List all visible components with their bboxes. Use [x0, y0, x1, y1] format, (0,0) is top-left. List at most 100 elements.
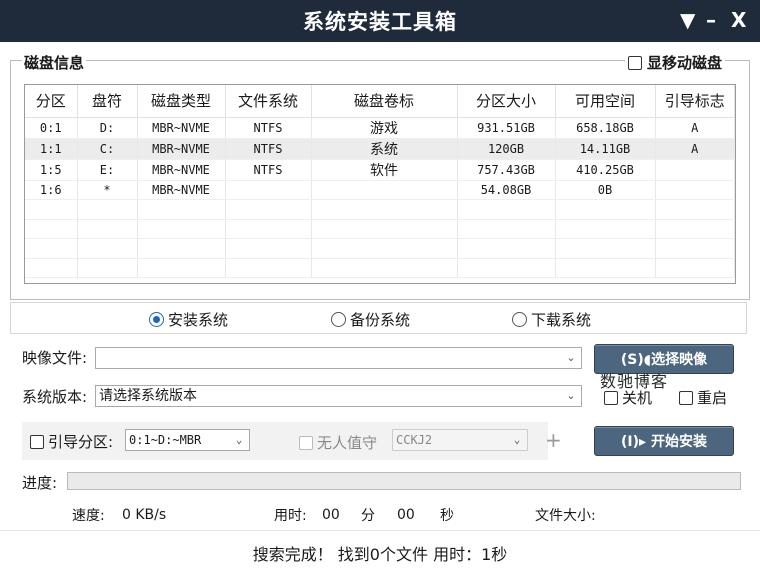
radio-install-label: 安装系统	[168, 311, 229, 329]
table-cell: 658.18GB	[555, 117, 656, 139]
table-cell	[311, 180, 458, 200]
seconds-unit: 秒	[440, 508, 454, 524]
boot-partition-combo[interactable]: 0:1~D:~MBR ⌄	[125, 429, 250, 451]
table-row[interactable]	[25, 258, 735, 278]
chevron-down-icon[interactable]: ⌄	[507, 430, 527, 450]
table-cell: 120GB	[457, 138, 556, 160]
table-cell	[25, 219, 78, 239]
radio-download-label: 下载系统	[531, 311, 592, 329]
table-row[interactable]: 1:5 E: MBR~NVME NTFS 软件 757.43GB 410.25GB	[25, 159, 735, 181]
table-cell: 系统	[311, 138, 458, 160]
table-cell: 757.43GB	[457, 159, 556, 181]
radio-install-system[interactable]: 安装系统	[149, 309, 228, 330]
table-cell	[77, 219, 138, 239]
table-row[interactable]: 1:1 C: MBR~NVME NTFS 系统 120GB 14.11GB A	[25, 138, 735, 160]
table-row[interactable]	[25, 219, 735, 239]
radio-download-system[interactable]: 下载系统	[512, 309, 591, 330]
boot-partition-value: 0:1~D:~MBR	[129, 433, 202, 447]
title-bar: 系统安装工具箱 ▼ – X	[0, 0, 760, 42]
column-header[interactable]: 可用空间	[555, 85, 656, 118]
table-cell: NTFS	[225, 117, 312, 139]
radio-unselected-icon[interactable]	[331, 312, 346, 327]
show-removable-label: 显移动磁盘	[647, 54, 723, 72]
table-cell	[225, 219, 312, 239]
table-cell	[655, 199, 735, 220]
table-cell	[25, 199, 78, 220]
table-row[interactable]	[25, 238, 735, 259]
column-header[interactable]: 分区	[25, 85, 78, 118]
show-removable-checkbox[interactable]: 显移动磁盘	[625, 52, 726, 73]
checkbox-icon[interactable]	[299, 435, 313, 450]
table-row[interactable]: 0:1 D: MBR~NVME NTFS 游戏 931.51GB 658.18GB A	[25, 117, 735, 139]
status-bar: 搜索完成！ 找到0个文件 用时：1秒	[0, 530, 760, 577]
add-icon[interactable]: +	[545, 428, 562, 452]
elapsed-minutes: 00	[322, 507, 340, 523]
unattended-combo[interactable]: CCKJ2 ⌄	[392, 429, 528, 451]
unattended-label: 无人值守	[317, 434, 378, 452]
table-cell: C:	[77, 138, 138, 160]
table-cell: A	[655, 117, 735, 139]
radio-unselected-icon[interactable]	[512, 312, 527, 327]
radio-selected-icon[interactable]	[149, 312, 164, 327]
minimize-icon[interactable]: –	[706, 6, 716, 34]
table-row[interactable]	[25, 199, 735, 220]
disk-table[interactable]: 分区 盘符 磁盘类型 文件系统 磁盘卷标 分区大小 可用空间 引导标志 0:1 D: MBR~NV…	[24, 84, 736, 284]
shutdown-label: 关机	[622, 389, 653, 407]
table-cell: A	[655, 138, 735, 160]
system-version-label: 系统版本:	[22, 388, 88, 406]
table-cell: E:	[77, 159, 138, 181]
column-header[interactable]: 磁盘卷标	[311, 85, 458, 118]
restart-label: 重启	[697, 389, 728, 407]
table-cell	[655, 258, 735, 278]
table-cell: MBR~NVME	[137, 180, 226, 200]
table-cell: 54.08GB	[457, 180, 556, 200]
unattended-checkbox[interactable]: 无人值守	[299, 432, 377, 453]
image-file-combo[interactable]: ⌄	[95, 347, 582, 369]
table-cell: 410.25GB	[555, 159, 656, 181]
checkbox-icon[interactable]	[679, 390, 693, 405]
table-cell	[225, 180, 312, 200]
table-cell	[555, 238, 656, 259]
start-install-button[interactable]: (I)▸ 开始安装	[594, 426, 734, 456]
chevron-down-icon[interactable]: ⌄	[561, 386, 581, 406]
column-header[interactable]: 分区大小	[457, 85, 556, 118]
table-cell	[457, 219, 556, 239]
radio-backup-system[interactable]: 备份系统	[331, 309, 410, 330]
menu-dropdown-icon[interactable]: ▼	[680, 6, 695, 34]
table-row[interactable]: 1:6 * MBR~NVME 54.08GB 0B	[25, 180, 735, 200]
table-cell: 931.51GB	[457, 117, 556, 139]
column-header[interactable]: 盘符	[77, 85, 138, 118]
table-cell	[25, 258, 78, 278]
table-cell	[655, 180, 735, 200]
checkbox-icon[interactable]	[628, 55, 642, 70]
column-header[interactable]: 磁盘类型	[137, 85, 226, 118]
progress-bar	[67, 472, 741, 490]
table-cell	[457, 258, 556, 278]
table-cell	[77, 199, 138, 220]
restart-checkbox[interactable]: 重启	[679, 387, 727, 408]
close-icon[interactable]: X	[731, 6, 746, 34]
checkbox-icon[interactable]	[30, 434, 44, 449]
table-cell	[77, 238, 138, 259]
unattended-value: CCKJ2	[396, 433, 433, 447]
column-header[interactable]: 文件系统	[225, 85, 312, 118]
table-cell: 软件	[311, 159, 458, 181]
table-cell	[77, 258, 138, 278]
table-cell: NTFS	[225, 159, 312, 181]
table-cell	[457, 238, 556, 259]
system-version-value: 请选择系统版本	[99, 388, 197, 404]
column-header[interactable]: 引导标志	[655, 85, 735, 118]
chevron-down-icon[interactable]: ⌄	[229, 430, 249, 450]
elapsed-label: 用时:	[274, 508, 307, 524]
table-cell: D:	[77, 117, 138, 139]
table-cell	[555, 258, 656, 278]
table-cell	[225, 258, 312, 278]
table-cell	[311, 199, 458, 220]
table-cell	[655, 159, 735, 181]
boot-partition-checkbox[interactable]: 引导分区:	[30, 431, 113, 452]
system-version-combo[interactable]: 请选择系统版本 ⌄	[95, 385, 582, 407]
checkbox-icon[interactable]	[604, 390, 618, 405]
shutdown-checkbox[interactable]: 关机	[604, 387, 652, 408]
chevron-down-icon[interactable]: ⌄	[561, 348, 581, 368]
table-header-row: 分区 盘符 磁盘类型 文件系统 磁盘卷标 分区大小 可用空间 引导标志	[25, 85, 735, 118]
